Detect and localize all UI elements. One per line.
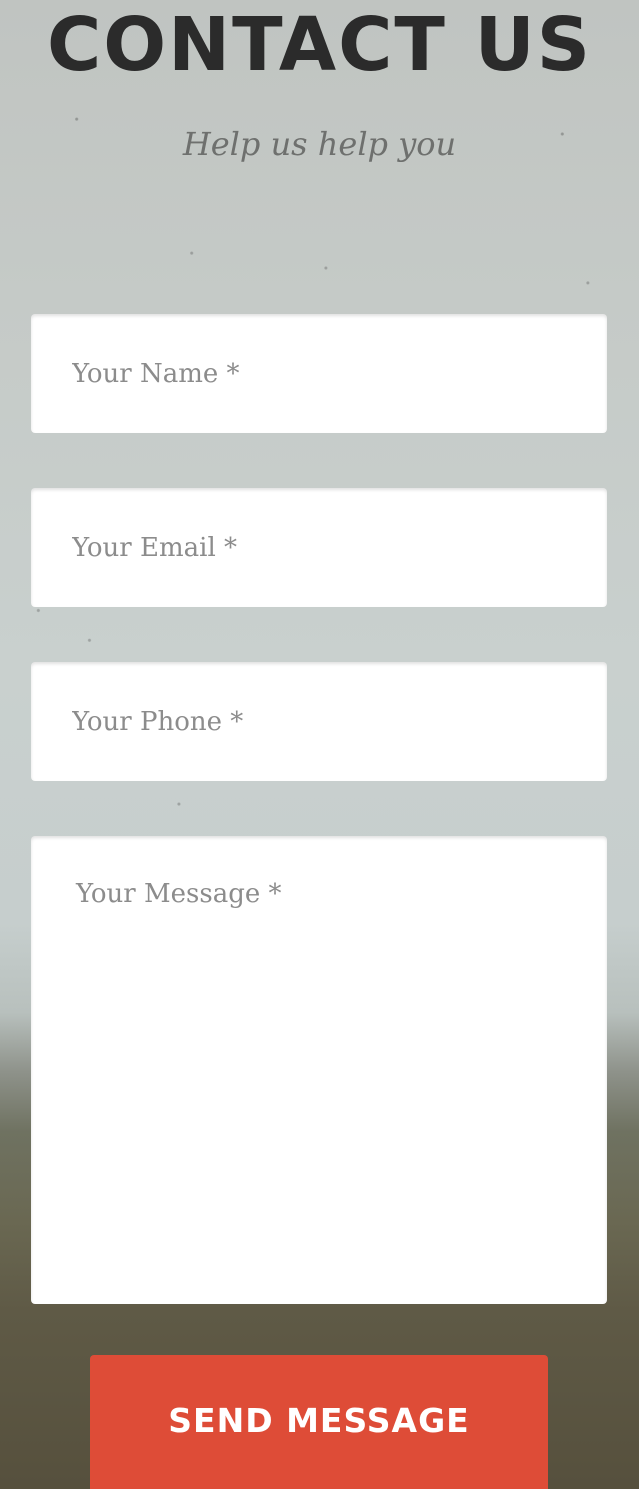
page-title: CONTACT US (46, 2, 593, 88)
email-field[interactable] (31, 488, 607, 607)
page-subtitle: Help us help you (182, 125, 457, 163)
name-field[interactable] (31, 314, 607, 433)
send-message-button[interactable]: SEND MESSAGE (90, 1355, 548, 1489)
message-field[interactable] (31, 836, 607, 1304)
phone-field[interactable] (31, 662, 607, 781)
